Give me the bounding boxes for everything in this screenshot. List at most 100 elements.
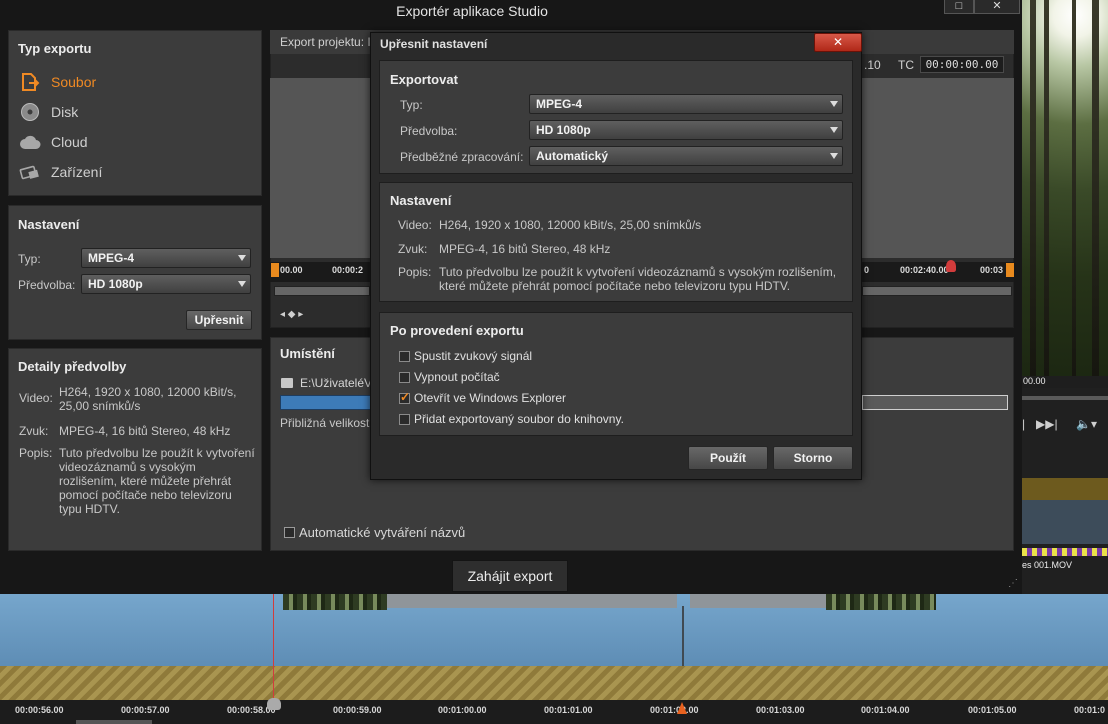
export-type-device[interactable]: Zařízení xyxy=(19,161,102,183)
export-type-disc-label: Disk xyxy=(51,104,79,120)
dialog-type-label: Typ: xyxy=(400,98,423,112)
export-type-title: Typ exportu xyxy=(18,41,92,56)
timecode-fraction: .10 xyxy=(864,58,881,72)
export-project-label: Export projektu: I xyxy=(280,35,371,49)
skip-forward-icon[interactable]: ▶▶| xyxy=(1036,417,1058,431)
dialog-close-button[interactable]: ✕ xyxy=(814,33,862,52)
dialog-video-label: Video: xyxy=(398,218,432,232)
timeline-tick: 00:00:57.00 xyxy=(121,705,170,715)
folder-icon[interactable] xyxy=(281,378,293,388)
timeline-tick: 00:01:04.00 xyxy=(861,705,910,715)
timeline-marker-icon[interactable] xyxy=(677,702,687,714)
preview-tick: 00:00:2 xyxy=(332,265,364,275)
type-select[interactable]: MPEG-4 xyxy=(81,248,251,268)
preview-time: 00.00 xyxy=(1022,376,1108,388)
settings-title: Nastavení xyxy=(18,217,80,232)
dialog-description-value: Tuto předvolbu lze použít k vytvoření vi… xyxy=(439,265,837,293)
approx-size-label: Přibližná velikost xyxy=(280,416,370,430)
resize-grip-icon[interactable]: ⋰ xyxy=(1008,578,1020,590)
shutdown-checkbox[interactable] xyxy=(399,372,410,383)
auto-naming-checkbox[interactable] xyxy=(284,527,295,538)
timeline-cut-line xyxy=(682,606,684,666)
open-explorer-label: Otevřít ve Windows Explorer xyxy=(414,391,567,405)
cancel-button[interactable]: Storno xyxy=(773,446,853,470)
dialog-preset-select[interactable]: HD 1080p xyxy=(529,120,843,140)
window-title: Exportér aplikace Studio xyxy=(396,3,548,19)
timeline-clip-thumbnail[interactable] xyxy=(283,594,387,610)
timeline-clip-marker xyxy=(1022,548,1108,556)
volume-icon[interactable]: 🔈▾ xyxy=(1076,417,1097,431)
description-value: Tuto předvolbu lze použít k vytvoření vi… xyxy=(59,446,255,516)
preview-scrub-bar[interactable] xyxy=(1022,396,1108,400)
window-close-button[interactable]: ✕ xyxy=(974,0,1020,14)
timeline-clip-thumbnail[interactable] xyxy=(826,594,936,610)
preset-details-title: Detaily předvolby xyxy=(18,359,127,374)
size-progress-bar xyxy=(862,395,1008,410)
timeline-tick: 00:01:00.00 xyxy=(438,705,487,715)
after-export-title: Po provedení exportu xyxy=(390,323,524,338)
preprocess-select[interactable]: Automatický xyxy=(529,146,843,166)
size-progress-bar xyxy=(280,395,372,410)
timeline-ruler[interactable]: 00:00:56.00 00:00:57.00 00:00:58.00 00:0… xyxy=(0,700,1108,724)
transport-divider: | xyxy=(1022,417,1026,431)
location-path[interactable]: E:\UživateléV xyxy=(300,376,372,390)
preview-nav-icon[interactable]: ◂ ◆ ▸ xyxy=(280,309,303,320)
chevron-down-icon xyxy=(830,101,838,107)
audio-label: Zvuk: xyxy=(19,424,49,438)
export-type-cloud[interactable]: Cloud xyxy=(19,131,88,153)
preview-tick: 00.00 xyxy=(280,265,303,275)
shutdown-label: Vypnout počítač xyxy=(414,370,500,384)
export-section: Exportovat Typ: MPEG-4 Předvolba: HD 108… xyxy=(379,60,853,174)
type-select-value: MPEG-4 xyxy=(88,251,135,265)
timeline-transition[interactable] xyxy=(690,594,826,608)
timecode-field[interactable]: 00:00:00.00 xyxy=(920,56,1004,73)
export-type-panel: Typ exportu Soubor Disk Cloud Zařízení xyxy=(8,30,262,196)
file-export-icon xyxy=(19,72,41,92)
chevron-down-icon xyxy=(238,255,246,261)
dialog-audio-value: MPEG-4, 16 bitů Stereo, 48 kHz xyxy=(439,242,611,256)
export-type-file[interactable]: Soubor xyxy=(19,71,96,93)
location-title: Umístění xyxy=(280,346,335,361)
refine-button[interactable]: Upřesnit xyxy=(186,310,252,330)
timeline-tick: 00:00:59.00 xyxy=(333,705,382,715)
export-type-file-label: Soubor xyxy=(51,74,97,90)
chevron-down-icon xyxy=(238,281,246,287)
timeline-tick: 00:01:01.00 xyxy=(544,705,593,715)
out-point-marker[interactable] xyxy=(1006,263,1014,277)
disc-icon xyxy=(19,102,41,122)
timeline-playhead[interactable] xyxy=(273,594,274,704)
timeline-tick: 00:01:02.00 xyxy=(650,705,699,715)
dialog-preset-value: HD 1080p xyxy=(536,123,591,137)
timeline-transition[interactable] xyxy=(387,594,677,608)
audio-value: MPEG-4, 16 bitů Stereo, 48 kHz xyxy=(59,424,231,438)
dialog-settings-title: Nastavení xyxy=(390,193,452,208)
preview-ruler[interactable]: 00.00 00:00:2 xyxy=(270,262,370,282)
cloud-icon xyxy=(19,132,41,152)
video-value: H264, 1920 x 1080, 12000 kBit/s, 25,00 s… xyxy=(59,385,237,413)
export-type-disc[interactable]: Disk xyxy=(19,101,78,123)
add-to-library-checkbox[interactable] xyxy=(399,414,410,425)
add-to-library-label: Přidat exportovaný soubor do knihovny. xyxy=(414,412,624,426)
video-preview-image xyxy=(1022,0,1108,376)
preview-scrubber[interactable] xyxy=(274,286,370,296)
timeline-scrollbar[interactable] xyxy=(76,720,152,724)
dialog-audio-label: Zvuk: xyxy=(398,242,428,256)
preset-select[interactable]: HD 1080p xyxy=(81,274,251,294)
maximize-button[interactable]: □ xyxy=(944,0,974,14)
timeline-music-track[interactable] xyxy=(0,666,1108,702)
timeline-tick: 00:01:0 xyxy=(1074,705,1106,715)
preview-playhead[interactable] xyxy=(946,260,956,272)
preprocess-label: Předběžné zpracování: xyxy=(400,150,524,164)
preview-ruler[interactable]: 0 00:02:40.00 00:03 xyxy=(862,262,1014,282)
apply-button[interactable]: Použít xyxy=(688,446,768,470)
timeline-tick: 00:00:56.00 xyxy=(15,705,64,715)
preset-select-value: HD 1080p xyxy=(88,277,143,291)
preview-scrubber[interactable] xyxy=(862,286,1012,296)
dialog-type-select[interactable]: MPEG-4 xyxy=(529,94,843,114)
in-point-marker[interactable] xyxy=(271,263,279,277)
timecode-label: TC xyxy=(898,58,914,72)
beep-checkbox[interactable] xyxy=(399,351,410,362)
start-export-button[interactable]: Zahájit export xyxy=(452,560,568,592)
playhead-handle[interactable] xyxy=(267,698,281,710)
open-explorer-checkbox[interactable] xyxy=(399,390,410,404)
